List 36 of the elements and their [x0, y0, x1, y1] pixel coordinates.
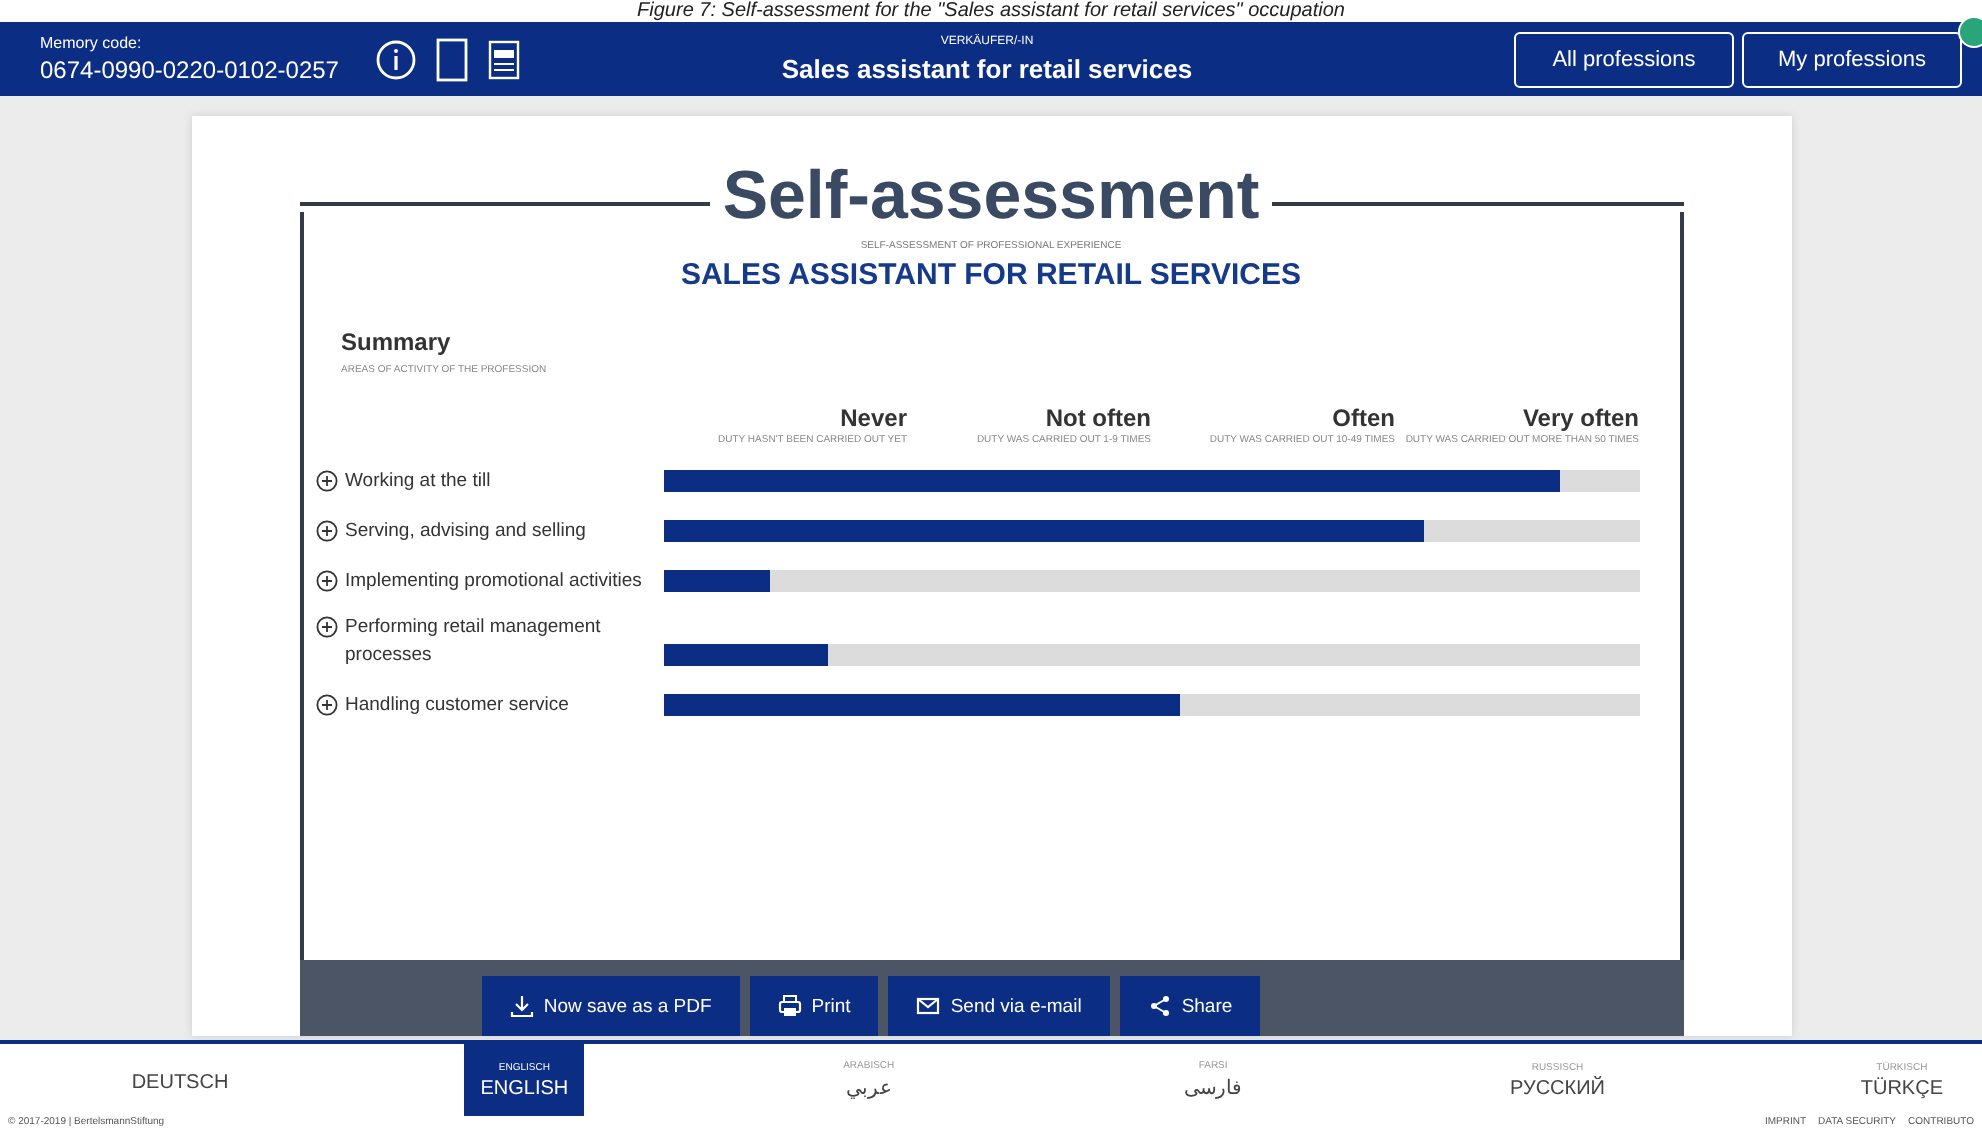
- expand-icon[interactable]: [315, 694, 337, 716]
- expand-icon[interactable]: [315, 520, 337, 542]
- activity-name: Working at the till: [345, 468, 491, 496]
- share-icon: [1147, 994, 1172, 1018]
- action-button[interactable]: Now save as a PDF: [481, 976, 740, 1036]
- profession-title: Sales assistant for retail services: [781, 53, 1193, 83]
- profession-heading: SALES ASSISTANT FOR RETAIL SERVICES: [678, 258, 1304, 292]
- envelope-icon: [916, 994, 941, 1018]
- activity-name: Performing retail management processes: [345, 614, 603, 670]
- expand-icon[interactable]: [315, 470, 337, 492]
- scale-label: Not often: [1045, 404, 1151, 432]
- action-button[interactable]: Print: [749, 976, 879, 1036]
- profession-button[interactable]: My professions: [1742, 31, 1962, 87]
- expand-icon[interactable]: [315, 570, 337, 592]
- memory-code-label: Memory code:: [40, 34, 144, 52]
- download-icon: [509, 994, 534, 1018]
- document-icon[interactable]: [436, 37, 468, 81]
- language-tab[interactable]: DEUTSCH: [120, 1044, 240, 1116]
- printer-icon: [777, 994, 802, 1018]
- summary-heading: Summary: [341, 328, 453, 356]
- info-icon[interactable]: [376, 39, 416, 79]
- pdf-icon[interactable]: [488, 39, 520, 79]
- expand-icon[interactable]: [315, 616, 337, 638]
- activity-name: Serving, advising and selling: [345, 518, 586, 546]
- figure-caption: Figure 7: Self-assessment for the "Sales assistant for retail services" occupation: [0, 0, 1982, 22]
- action-button[interactable]: Send via e-mail: [888, 976, 1110, 1036]
- profession-button[interactable]: All professions: [1514, 31, 1734, 87]
- document-title: Self-assessment: [720, 157, 1262, 235]
- notification-dot: [1958, 16, 1982, 48]
- action-button[interactable]: Share: [1119, 976, 1261, 1036]
- scale-label: Often: [1332, 404, 1395, 432]
- memory-code: 0674-0990-0220-0102-0257: [40, 56, 341, 84]
- scale-label: Very often: [1522, 404, 1639, 432]
- activity-name: Implementing promotional activities: [345, 568, 642, 596]
- scale-label: Never: [840, 404, 907, 432]
- activity-name: Handling customer service: [345, 692, 569, 720]
